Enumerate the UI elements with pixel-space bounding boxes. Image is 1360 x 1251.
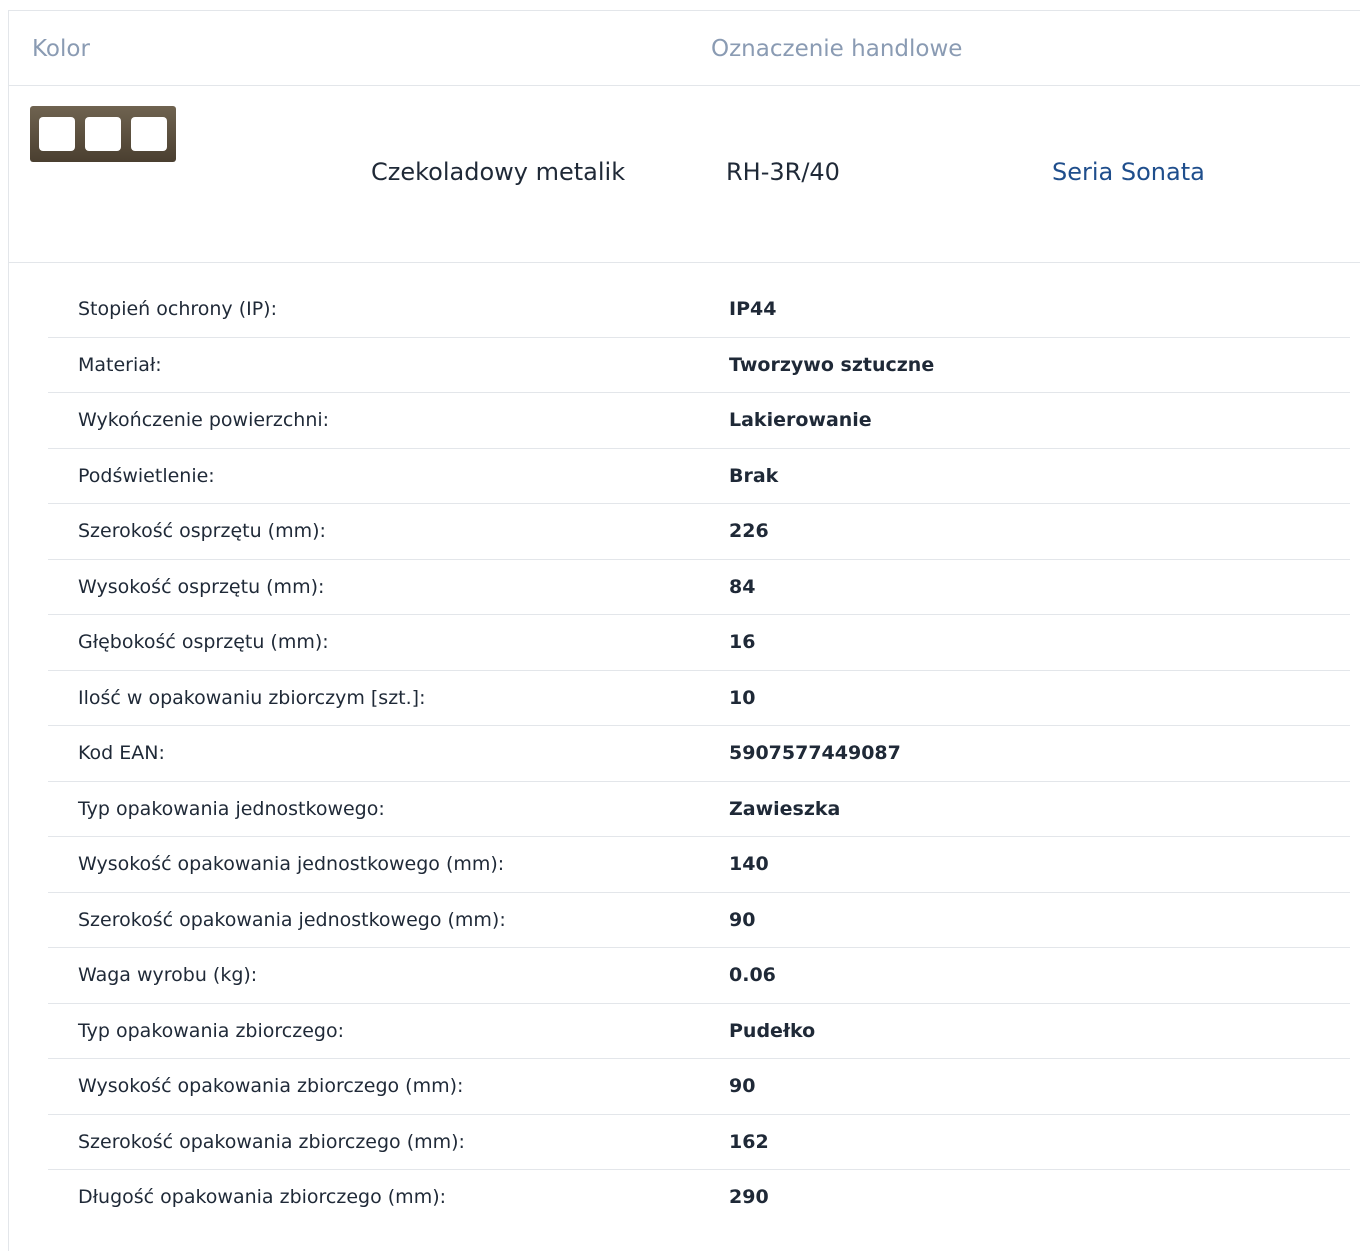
spec-row: Kod EAN: 5907577449087 <box>48 726 1350 782</box>
product-row: Czekoladowy metalik RH-3R/40 Seria Sonat… <box>9 86 1360 263</box>
header-trade-name: Oznaczenie handlowe <box>711 36 963 62</box>
spec-label: Szerokość opakowania zbiorczego (mm): <box>78 1130 465 1153</box>
spec-row: Typ opakowania jednostkowego: Zawieszka <box>48 782 1350 837</box>
spec-value: 5907577449087 <box>729 742 901 764</box>
spec-value: 0.06 <box>729 964 776 986</box>
spec-value: 84 <box>729 575 756 598</box>
spec-value: 16 <box>729 631 756 653</box>
spec-value: Lakierowanie <box>729 409 872 431</box>
spec-label: Wysokość opakowania jednostkowego (mm): <box>78 853 505 875</box>
spec-label: Stopień ochrony (IP): <box>78 298 277 320</box>
spec-row: Szerokość opakowania zbiorczego (mm): 162 <box>48 1115 1350 1170</box>
spec-label: Podświetlenie: <box>78 464 215 487</box>
spec-row: Szerokość opakowania jednostkowego (mm):… <box>48 893 1350 948</box>
spec-row: Wysokość opakowania zbiorczego (mm): 90 <box>48 1059 1350 1115</box>
spec-row: Wykończenie powierzchni: Lakierowanie <box>48 393 1350 449</box>
spec-row: Typ opakowania zbiorczego: Pudełko <box>48 1004 1350 1059</box>
spec-row: Wysokość osprzętu (mm): 84 <box>48 560 1350 615</box>
spec-label: Szerokość osprzętu (mm): <box>78 520 326 542</box>
specs-table: Stopień ochrony (IP): IP44 Materiał: Tworzy… <box>48 282 1350 1226</box>
spec-row: Waga wyrobu (kg): 0.06 <box>48 948 1350 1004</box>
product-color-name: Czekoladowy metalik <box>371 158 626 186</box>
spec-value: Tworzywo sztuczne <box>729 353 935 376</box>
spec-label: Typ opakowania jednostkowego: <box>78 797 385 820</box>
table-header: Kolor Oznaczenie handlowe <box>9 11 1360 86</box>
product-trade-name: RH-3R/40 <box>726 158 840 186</box>
spec-value: 226 <box>729 520 769 542</box>
spec-value: 10 <box>729 686 756 709</box>
spec-row: Materiał: Tworzywo sztuczne <box>48 338 1350 393</box>
spec-value: Brak <box>729 464 779 487</box>
spec-label: Długość opakowania zbiorczego (mm): <box>78 1186 447 1208</box>
spec-value: 290 <box>729 1186 769 1208</box>
spec-row: Szerokość osprzętu (mm): 226 <box>48 504 1350 560</box>
spec-row: Głębokość osprzętu (mm): 16 <box>48 615 1350 671</box>
spec-label: Materiał: <box>78 353 162 376</box>
spec-row: Ilość w opakowaniu zbiorczym [szt.]: 10 <box>48 671 1350 726</box>
spec-value: IP44 <box>729 298 777 320</box>
spec-label: Typ opakowania zbiorczego: <box>78 1019 344 1042</box>
spec-label: Wysokość opakowania zbiorczego (mm): <box>78 1075 464 1097</box>
spec-value: Zawieszka <box>729 797 841 820</box>
spec-label: Kod EAN: <box>78 742 165 764</box>
spec-value: Pudełko <box>729 1019 816 1042</box>
spec-label: Głębokość osprzętu (mm): <box>78 631 329 653</box>
spec-label: Ilość w opakowaniu zbiorczym [szt.]: <box>78 686 426 709</box>
spec-row: Stopień ochrony (IP): IP44 <box>48 282 1350 338</box>
spec-label: Wysokość osprzętu (mm): <box>78 575 325 598</box>
spec-row: Wysokość opakowania jednostkowego (mm): 1… <box>48 837 1350 893</box>
spec-value: 140 <box>729 853 769 875</box>
spec-value: 162 <box>729 1130 769 1153</box>
series-link[interactable]: Seria Sonata <box>1052 158 1205 186</box>
spec-label: Szerokość opakowania jednostkowego (mm): <box>78 908 506 931</box>
three-gang-frame-icon[interactable] <box>30 106 176 166</box>
spec-row: Podświetlenie: Brak <box>48 449 1350 504</box>
spec-label: Wykończenie powierzchni: <box>78 409 330 431</box>
header-color: Kolor <box>32 36 90 62</box>
spec-value: 90 <box>729 908 756 931</box>
spec-value: 90 <box>729 1075 756 1097</box>
spec-row: Długość opakowania zbiorczego (mm): 290 <box>48 1170 1350 1226</box>
spec-label: Waga wyrobu (kg): <box>78 964 258 986</box>
